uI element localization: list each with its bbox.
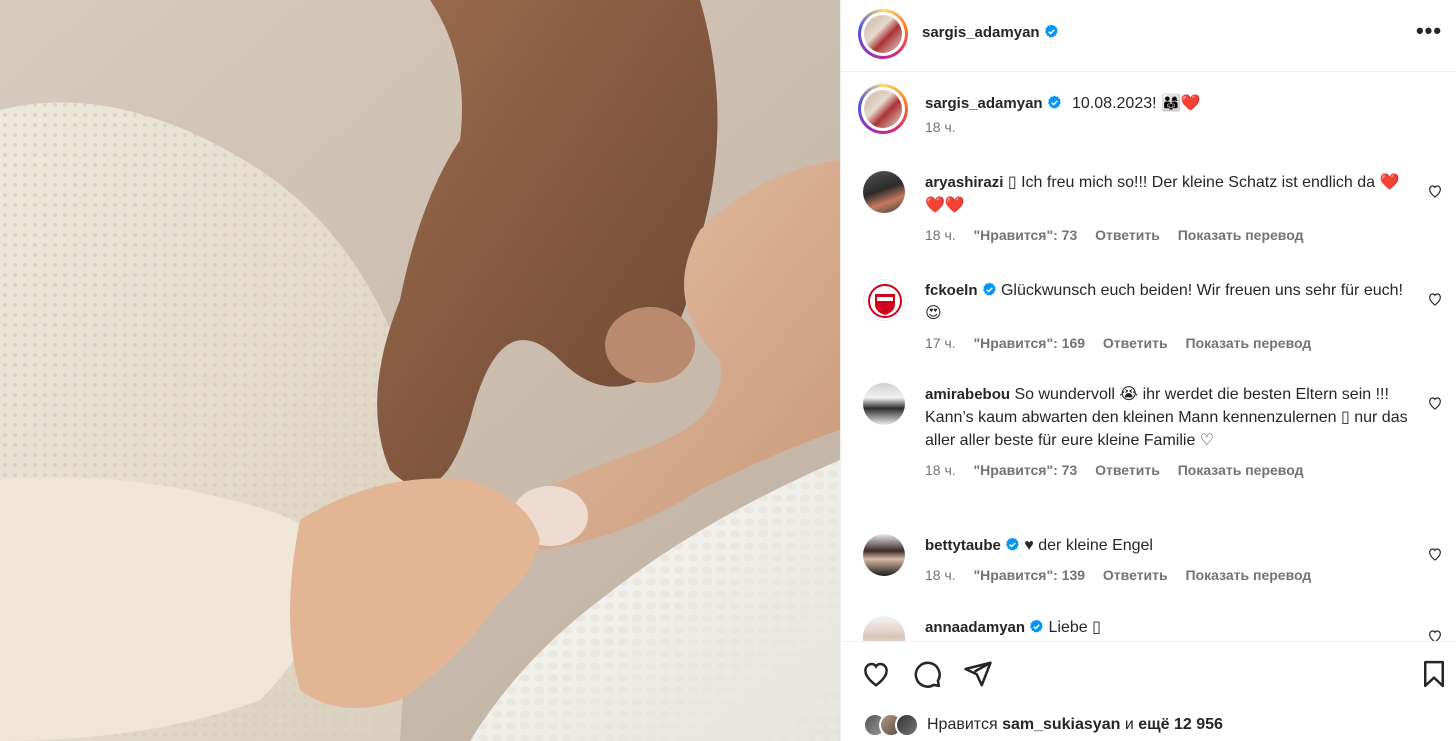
comment-time: 18 ч. xyxy=(925,567,956,583)
verified-icon xyxy=(1005,537,1019,551)
caption-avatar[interactable] xyxy=(858,84,908,134)
comments-list[interactable]: sargis_adamyan 10.08.2023! 👨‍👩‍👧❤️ 18 ч.… xyxy=(841,73,1456,641)
comment-username[interactable]: aryashirazi xyxy=(925,174,1003,191)
post-caption: sargis_adamyan 10.08.2023! 👨‍👩‍👧❤️ 18 ч. xyxy=(858,84,1443,148)
verified-icon xyxy=(1047,95,1061,109)
heart-icon[interactable] xyxy=(1427,291,1443,307)
post-photo[interactable] xyxy=(0,0,840,741)
bookmark-icon[interactable] xyxy=(1419,659,1449,689)
baby-hands-photo xyxy=(0,0,840,741)
heart-icon[interactable] xyxy=(1427,395,1443,411)
share-icon[interactable] xyxy=(963,659,993,689)
heart-icon[interactable] xyxy=(861,659,891,689)
verified-icon xyxy=(982,282,996,296)
reply-button[interactable]: Ответить xyxy=(1095,462,1160,478)
likes-and: и xyxy=(1124,716,1134,733)
comment-username[interactable]: bettytaube xyxy=(925,537,1001,554)
club-crest-icon xyxy=(868,284,902,318)
translate-button[interactable]: Показать перевод xyxy=(1186,335,1312,351)
author-username[interactable]: sargis_adamyan xyxy=(922,24,1040,41)
post-panel: sargis_adamyan ••• sargis_adamyan 10.08.… xyxy=(840,0,1456,741)
comment-likes[interactable]: "Нравится": 169 xyxy=(974,335,1085,351)
comment-time: 18 ч. xyxy=(925,462,956,478)
likes-count[interactable]: ещё 12 956 xyxy=(1138,716,1223,734)
caption-text: 10.08.2023! 👨‍👩‍👧❤️ xyxy=(1072,95,1201,112)
post-header: sargis_adamyan ••• xyxy=(841,0,1456,72)
comment-avatar[interactable] xyxy=(863,616,905,641)
comment-text: Liebe ▯ xyxy=(1048,619,1101,636)
comment-likes[interactable]: "Нравится": 73 xyxy=(974,462,1078,478)
translate-button[interactable]: Показать перевод xyxy=(1186,567,1312,583)
author-avatar[interactable] xyxy=(858,9,908,59)
comment-avatar[interactable] xyxy=(863,383,905,425)
comment-text: Glückwunsch euch beiden! Wir freuen uns … xyxy=(925,282,1403,322)
action-bar: Нравится sam_sukiasyan и ещё 12 956 xyxy=(841,641,1456,741)
more-icon[interactable]: ••• xyxy=(1415,20,1443,46)
translate-button[interactable]: Показать перевод xyxy=(1178,227,1304,243)
comment-username[interactable]: annaadamyan xyxy=(925,619,1025,636)
verified-icon xyxy=(1044,24,1058,38)
likes-summary[interactable]: Нравится sam_sukiasyan и ещё 12 956 xyxy=(863,712,1223,738)
comment-text: ♥ der kleine Engel xyxy=(1024,537,1153,554)
translate-button[interactable]: Показать перевод xyxy=(1178,462,1304,478)
comment-likes[interactable]: "Нравится": 139 xyxy=(974,567,1085,583)
heart-icon[interactable] xyxy=(1427,628,1443,641)
comment-avatar[interactable] xyxy=(863,279,905,321)
comment-time: 17 ч. xyxy=(925,335,956,351)
comment-time: 18 ч. xyxy=(925,227,956,243)
heart-icon[interactable] xyxy=(1427,183,1443,199)
caption-time: 18 ч. xyxy=(925,119,956,135)
reply-button[interactable]: Ответить xyxy=(1103,335,1168,351)
likes-prefix: Нравится xyxy=(927,716,998,733)
comment-username[interactable]: amirabebou xyxy=(925,386,1010,403)
heart-icon[interactable] xyxy=(1427,546,1443,562)
likes-user[interactable]: sam_sukiasyan xyxy=(1002,716,1120,734)
reply-button[interactable]: Ответить xyxy=(1103,567,1168,583)
caption-username[interactable]: sargis_adamyan xyxy=(925,95,1043,112)
comment-avatar[interactable] xyxy=(863,171,905,213)
verified-icon xyxy=(1030,619,1043,633)
reply-button[interactable]: Ответить xyxy=(1095,227,1160,243)
comment-icon[interactable] xyxy=(912,659,942,689)
comment-avatar[interactable] xyxy=(863,534,905,576)
comment-username[interactable]: fckoeln xyxy=(925,282,978,299)
comment-likes[interactable]: "Нравится": 73 xyxy=(974,227,1078,243)
liker-avatars xyxy=(863,713,919,737)
